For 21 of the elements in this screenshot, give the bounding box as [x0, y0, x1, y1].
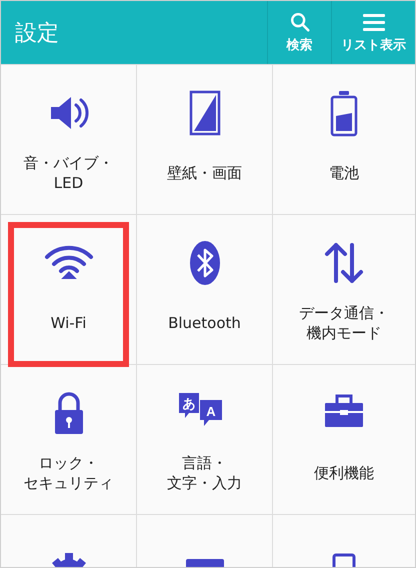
- settings-tile[interactable]: データ通信・ 機内モード: [273, 215, 415, 364]
- search-icon: [288, 11, 310, 33]
- tile-label: 電池: [329, 162, 359, 184]
- tile-label: 壁紙・画面: [167, 162, 242, 184]
- settings-tile[interactable]: 壁紙・画面: [137, 65, 272, 214]
- tile-label: Wi-Fi: [50, 312, 86, 334]
- tile-label: 言語・ 文字・入力: [167, 453, 242, 494]
- settings-tile[interactable]: 音・バイブ・ LED: [1, 65, 136, 214]
- settings-tile[interactable]: ロック・ セキュリティ: [1, 365, 136, 514]
- tile-label: ロック・ セキュリティ: [24, 453, 114, 494]
- settings-tile[interactable]: 便利機能: [273, 365, 415, 514]
- tile-label: 便利機能: [314, 462, 374, 484]
- settings-tile[interactable]: Bluetooth: [137, 215, 272, 364]
- settings-tile[interactable]: あ A 言語・ 文字・入力: [137, 365, 272, 514]
- menu-icon: [362, 11, 386, 33]
- tile-label: データ通信・ 機内モード: [299, 303, 389, 344]
- tile-label: Bluetooth: [168, 312, 241, 334]
- settings-tile[interactable]: Wi-Fi: [1, 215, 136, 364]
- tile-label: 音・バイブ・ LED: [24, 153, 114, 194]
- settings-tile[interactable]: 電池: [273, 65, 415, 214]
- screen-title: 設定: [14, 20, 60, 48]
